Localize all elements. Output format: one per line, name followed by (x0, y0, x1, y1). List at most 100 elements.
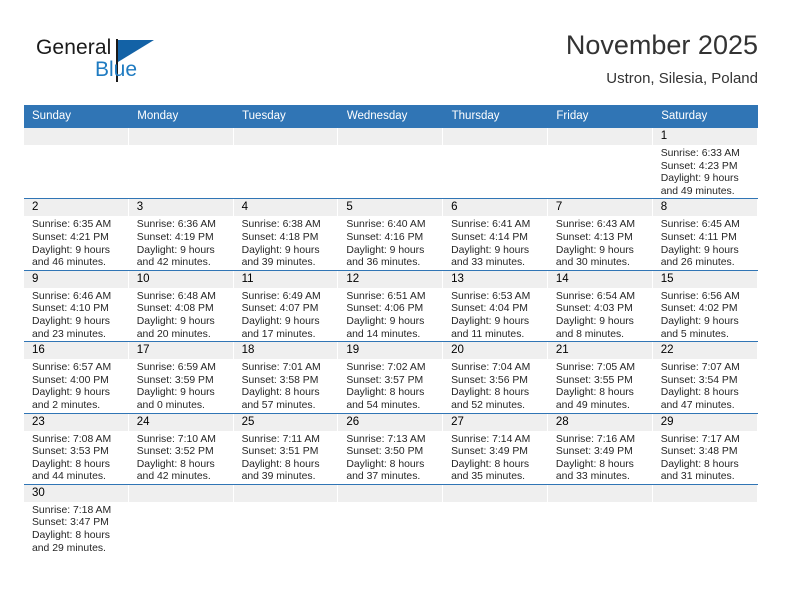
calendar-day-cell-inner: 30 Sunrise: 7:18 AM Sunset: 3:47 PM Dayligh… (24, 484, 129, 555)
daylight-text-line1: Daylight: 9 hours (451, 315, 530, 327)
day-number: 21 (547, 342, 653, 360)
daylight-text-line1: Daylight: 9 hours (346, 315, 425, 327)
calendar-day-cell-inner: 11 Sunrise: 6:49 AM Sunset: 4:07 PM Dayligh… (233, 270, 339, 341)
calendar-day-cell[interactable]: 24 Sunrise: 7:10 AM Sunset: 3:52 PM Dayligh… (128, 412, 234, 485)
day-details: Sunrise: 6:38 AM Sunset: 4:18 PM Daylight:… (234, 216, 339, 269)
sunset-text: Sunset: 4:11 PM (660, 231, 737, 243)
calendar-week-row: 30 Sunrise: 7:18 AM Sunset: 3:47 PM Dayligh… (24, 483, 758, 556)
daylight-text-line2: and 30 minutes. (555, 257, 630, 269)
calendar-day-cell[interactable]: 23 Sunrise: 7:08 AM Sunset: 3:53 PM Dayligh… (24, 412, 129, 485)
daylight-text-line2: and 42 minutes. (136, 257, 211, 269)
brand-logo[interactable]: General Blue (36, 36, 186, 92)
daylight-text-line2: and 49 minutes. (660, 185, 735, 197)
weekday-header-tuesday: Tuesday (233, 105, 339, 128)
calendar-day-cell-inner: 27 Sunrise: 7:14 AM Sunset: 3:49 PM Dayligh… (443, 413, 548, 484)
calendar-day-cell-empty (128, 126, 234, 199)
day-details: Sunrise: 7:16 AM Sunset: 3:49 PM Daylight:… (548, 431, 653, 484)
calendar-day-cell[interactable]: 16 Sunrise: 6:57 AM Sunset: 4:00 PM Dayligh… (24, 341, 129, 413)
calendar-day-cell-inner: 1 Sunrise: 6:33 AM Sunset: 4:23 PM Daylight… (652, 128, 758, 198)
calendar-day-cell[interactable]: 19 Sunrise: 7:02 AM Sunset: 3:57 PM Dayligh… (338, 341, 444, 413)
page-subtitle: Ustron, Silesia, Poland (606, 70, 758, 87)
calendar-day-cell[interactable]: 20 Sunrise: 7:04 AM Sunset: 3:56 PM Dayligh… (443, 341, 548, 413)
calendar-day-cell[interactable]: 1 Sunrise: 6:33 AM Sunset: 4:23 PM Daylight… (652, 126, 758, 199)
calendar-day-cell-inner: 8 Sunrise: 6:45 AM Sunset: 4:11 PM Daylight… (652, 199, 758, 269)
sunrise-text: Sunrise: 6:48 AM (136, 290, 216, 302)
calendar-day-cell[interactable]: 29 Sunrise: 7:17 AM Sunset: 3:48 PM Dayligh… (652, 412, 758, 485)
calendar-day-cell[interactable]: 30 Sunrise: 7:18 AM Sunset: 3:47 PM Dayligh… (24, 483, 129, 556)
day-number: 26 (338, 413, 444, 431)
calendar-week-row: 16 Sunrise: 6:57 AM Sunset: 4:00 PM Dayligh… (24, 341, 758, 413)
calendar-day-cell[interactable]: 21 Sunrise: 7:05 AM Sunset: 3:55 PM Dayligh… (547, 341, 653, 413)
sunset-text: Sunset: 3:59 PM (136, 374, 214, 386)
daylight-text-line2: and 52 minutes. (451, 399, 526, 411)
calendar-day-cell[interactable]: 3 Sunrise: 6:36 AM Sunset: 4:19 PM Daylight… (128, 198, 234, 271)
calendar-day-cell[interactable]: 9 Sunrise: 6:46 AM Sunset: 4:10 PM Daylight… (24, 269, 129, 342)
calendar-day-cell-inner (443, 484, 548, 555)
day-number: 17 (128, 342, 234, 360)
calendar-day-cell[interactable]: 4 Sunrise: 6:38 AM Sunset: 4:18 PM Daylight… (233, 198, 339, 271)
calendar-day-cell[interactable]: 2 Sunrise: 6:35 AM Sunset: 4:21 PM Daylight… (24, 198, 129, 271)
calendar-day-cell[interactable]: 26 Sunrise: 7:13 AM Sunset: 3:50 PM Dayligh… (338, 412, 444, 485)
calendar-day-cell-inner: 4 Sunrise: 6:38 AM Sunset: 4:18 PM Daylight… (233, 199, 339, 269)
day-number (24, 128, 129, 145)
day-number: 29 (652, 413, 758, 431)
calendar-day-cell[interactable]: 11 Sunrise: 6:49 AM Sunset: 4:07 PM Dayligh… (233, 269, 339, 342)
calendar-day-cell[interactable]: 17 Sunrise: 6:59 AM Sunset: 3:59 PM Dayligh… (128, 341, 234, 413)
daylight-text-line1: Daylight: 8 hours (136, 458, 215, 470)
calendar-day-cell-inner (233, 484, 339, 555)
sunrise-text: Sunrise: 7:11 AM (241, 433, 320, 445)
calendar-day-cell[interactable]: 25 Sunrise: 7:11 AM Sunset: 3:51 PM Dayligh… (233, 412, 339, 485)
daylight-text-line1: Daylight: 8 hours (346, 387, 425, 399)
day-details: Sunrise: 6:48 AM Sunset: 4:08 PM Daylight:… (129, 288, 234, 341)
calendar-week-row: 2 Sunrise: 6:35 AM Sunset: 4:21 PM Daylight… (24, 198, 758, 271)
calendar-day-cell[interactable]: 15 Sunrise: 6:56 AM Sunset: 4:02 PM Dayligh… (652, 269, 758, 342)
calendar-day-cell[interactable]: 22 Sunrise: 7:07 AM Sunset: 3:54 PM Dayligh… (652, 341, 758, 413)
calendar-day-cell[interactable]: 7 Sunrise: 6:43 AM Sunset: 4:13 PM Daylight… (547, 198, 653, 271)
sunrise-text: Sunrise: 7:08 AM (32, 433, 112, 445)
sunrise-text: Sunrise: 6:49 AM (241, 290, 321, 302)
calendar-day-cell[interactable]: 10 Sunrise: 6:48 AM Sunset: 4:08 PM Dayligh… (128, 269, 234, 342)
calendar-day-cell[interactable]: 8 Sunrise: 6:45 AM Sunset: 4:11 PM Daylight… (652, 198, 758, 271)
calendar-day-cell[interactable]: 13 Sunrise: 6:53 AM Sunset: 4:04 PM Dayligh… (443, 269, 548, 342)
sunset-text: Sunset: 3:52 PM (136, 446, 214, 458)
day-number (128, 128, 234, 145)
daylight-text-line1: Daylight: 9 hours (241, 244, 320, 256)
calendar-day-cell-inner: 17 Sunrise: 6:59 AM Sunset: 3:59 PM Dayligh… (128, 342, 234, 412)
daylight-text-line1: Daylight: 8 hours (555, 458, 634, 470)
sunset-text: Sunset: 4:16 PM (346, 231, 424, 243)
daylight-text-line2: and 46 minutes. (32, 257, 106, 269)
day-number: 11 (233, 270, 339, 288)
daylight-text-line2: and 42 minutes. (136, 471, 211, 483)
sunset-text: Sunset: 3:50 PM (346, 446, 424, 458)
daylight-text-line2: and 36 minutes. (346, 257, 421, 269)
calendar-day-cell-inner (128, 484, 234, 555)
calendar-day-cell[interactable]: 18 Sunrise: 7:01 AM Sunset: 3:58 PM Dayligh… (233, 341, 339, 413)
day-details: Sunrise: 7:04 AM Sunset: 3:56 PM Daylight:… (443, 359, 548, 412)
calendar-day-cell[interactable]: 12 Sunrise: 6:51 AM Sunset: 4:06 PM Dayligh… (338, 269, 444, 342)
calendar-day-cell[interactable]: 28 Sunrise: 7:16 AM Sunset: 3:49 PM Dayligh… (547, 412, 653, 485)
sunrise-sunset-calendar: Sunday Monday Tuesday Wednesday Thursday… (24, 105, 758, 556)
day-details: Sunrise: 6:35 AM Sunset: 4:21 PM Daylight:… (24, 216, 129, 269)
calendar-day-cell-inner: 25 Sunrise: 7:11 AM Sunset: 3:51 PM Dayligh… (233, 413, 339, 484)
day-number: 7 (547, 199, 653, 217)
sunset-text: Sunset: 3:57 PM (346, 374, 424, 386)
calendar-day-cell[interactable]: 14 Sunrise: 6:54 AM Sunset: 4:03 PM Dayligh… (547, 269, 653, 342)
day-details: Sunrise: 6:56 AM Sunset: 4:02 PM Daylight:… (653, 288, 758, 341)
day-number: 20 (443, 342, 548, 360)
daylight-text-line2: and 33 minutes. (451, 257, 526, 269)
calendar-day-cell-empty (443, 126, 548, 199)
calendar-day-cell-inner: 18 Sunrise: 7:01 AM Sunset: 3:58 PM Dayligh… (233, 342, 339, 412)
sunrise-text: Sunrise: 6:46 AM (32, 290, 112, 302)
calendar-day-cell[interactable]: 5 Sunrise: 6:40 AM Sunset: 4:16 PM Daylight… (338, 198, 444, 271)
calendar-week-row: 9 Sunrise: 6:46 AM Sunset: 4:10 PM Daylight… (24, 269, 758, 342)
calendar-day-cell[interactable]: 6 Sunrise: 6:41 AM Sunset: 4:14 PM Daylight… (443, 198, 548, 271)
day-details: Sunrise: 6:40 AM Sunset: 4:16 PM Daylight:… (338, 216, 443, 269)
weekday-header-sunday: Sunday (24, 105, 130, 128)
sunrise-text: Sunrise: 7:10 AM (136, 433, 216, 445)
daylight-text-line2: and 11 minutes. (451, 328, 525, 340)
calendar-day-cell[interactable]: 27 Sunrise: 7:14 AM Sunset: 3:49 PM Dayligh… (443, 412, 548, 485)
day-details: Sunrise: 7:07 AM Sunset: 3:54 PM Daylight:… (653, 359, 758, 412)
daylight-text-line1: Daylight: 9 hours (660, 315, 739, 327)
calendar-day-cell-inner (338, 128, 444, 198)
day-number: 1 (652, 128, 758, 145)
